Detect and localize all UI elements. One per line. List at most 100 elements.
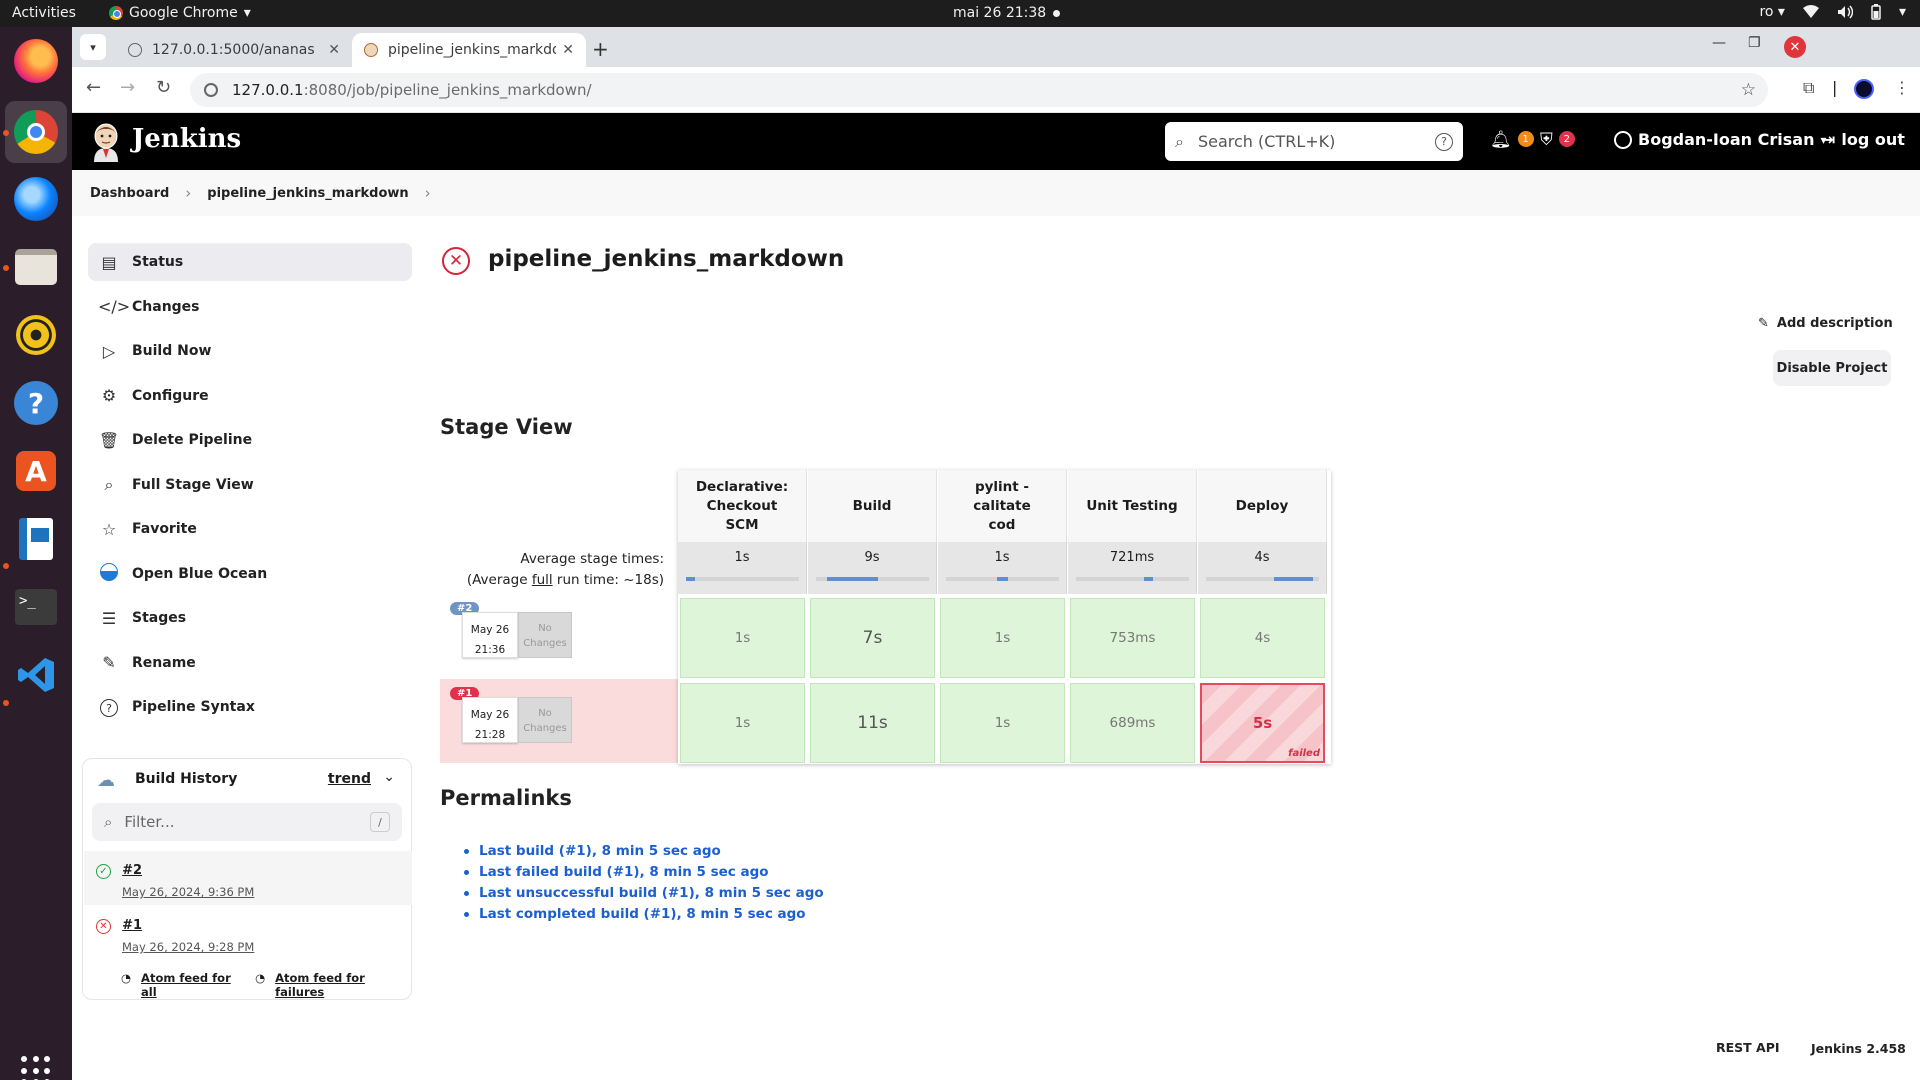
dock: ? A >_ <box>0 27 72 1080</box>
build-number-link[interactable]: #1 <box>122 918 142 933</box>
full-run-time-link[interactable]: full <box>532 572 553 588</box>
build-number-link[interactable]: #2 <box>122 863 142 878</box>
tab-search-button[interactable]: ▾ <box>80 34 106 60</box>
reload-button[interactable]: ↻ <box>156 77 171 98</box>
writer-icon[interactable] <box>11 514 61 564</box>
forward-button[interactable]: → <box>120 77 135 98</box>
jenkins-logo-icon[interactable] <box>90 122 122 162</box>
profile-avatar[interactable] <box>1854 79 1874 99</box>
browser-tab-active[interactable]: pipeline_jenkins_markdown ✕ <box>352 33 586 67</box>
security-button[interactable]: ⛨ 2 <box>1540 130 1575 150</box>
volume-icon <box>1837 5 1853 19</box>
rest-api-link[interactable]: REST API <box>1716 1040 1780 1055</box>
sidebar-item-delete-pipeline[interactable]: 🗑︎ Delete Pipeline <box>88 421 412 459</box>
bookmark-star-icon[interactable]: ☆ <box>1741 80 1756 100</box>
build-date-link[interactable]: May 26, 2024, 9:28 PM <box>122 940 412 954</box>
sidebar-item-open-blue-ocean[interactable]: Open Blue Ocean <box>88 555 412 593</box>
terminal-icon[interactable]: >_ <box>11 582 61 632</box>
chevron-down-icon[interactable]: ⌄ <box>383 769 395 785</box>
vscode-icon[interactable] <box>11 650 61 700</box>
address-bar[interactable]: 127.0.0.1:8080/job/pipeline_jenkins_mark… <box>190 73 1768 107</box>
app-center-icon[interactable]: A <box>11 446 61 496</box>
breadcrumb-dashboard[interactable]: Dashboard <box>90 186 169 201</box>
files-icon[interactable] <box>11 242 61 292</box>
restore-button[interactable]: ❐ <box>1748 35 1761 51</box>
add-description-button[interactable]: ✎ Add description <box>1758 316 1893 331</box>
permalink-last-build[interactable]: Last build (#1), 8 min 5 sec ago <box>464 841 824 862</box>
sidebar-item-label: Build Now <box>132 343 212 359</box>
chrome-icon[interactable] <box>5 101 67 163</box>
stage-cell[interactable]: 1s <box>940 683 1065 763</box>
sidebar-item-favorite[interactable]: ☆ Favorite <box>88 510 412 548</box>
sidebar-item-pipeline-syntax[interactable]: ? Pipeline Syntax <box>88 688 412 726</box>
breadcrumb-job[interactable]: pipeline_jenkins_markdown <box>207 186 408 201</box>
sidebar-item-stages[interactable]: ☰ Stages <box>88 599 412 637</box>
disable-project-button[interactable]: Disable Project <box>1773 350 1891 386</box>
atom-feed-all-link[interactable]: Atom feed for all <box>141 971 245 999</box>
close-icon[interactable]: ✕ <box>328 42 340 58</box>
rhythmbox-icon[interactable] <box>11 310 61 360</box>
new-tab-button[interactable]: + <box>592 37 609 61</box>
trend-link[interactable]: trend <box>328 771 371 787</box>
stage-cell-failed[interactable]: 5s failed <box>1200 683 1325 763</box>
activities-button[interactable]: Activities <box>12 5 76 21</box>
stage-cell[interactable]: 1s <box>940 598 1065 678</box>
stage-cell[interactable]: 1s <box>680 683 805 763</box>
window-close-button[interactable]: ✕ <box>1784 36 1806 58</box>
sidebar-item-rename[interactable]: ✎ Rename <box>88 644 412 682</box>
build-date-link[interactable]: May 26, 2024, 9:36 PM <box>122 885 412 899</box>
logout-button[interactable]: ⇥ log out <box>1822 130 1905 149</box>
close-icon[interactable]: ✕ <box>562 42 574 58</box>
search-help-icon[interactable]: ? <box>1435 132 1453 151</box>
thunderbird-icon[interactable] <box>11 174 61 224</box>
system-tray[interactable]: ro ▾ ▾ <box>1759 4 1906 20</box>
browser-tab[interactable]: 127.0.0.1:5000/ananas ✕ <box>116 33 352 67</box>
stage-cell[interactable]: 7s <box>810 598 935 678</box>
status-icon: ▤ <box>101 252 117 272</box>
show-apps-icon[interactable] <box>21 1056 51 1080</box>
run-row-label[interactable]: #2 May 26 21:36 No Changes <box>440 594 678 678</box>
stage-cell[interactable]: 11s <box>810 683 935 763</box>
star-icon: ☆ <box>101 519 117 539</box>
jenkins-brand[interactable]: Jenkins <box>132 124 241 154</box>
extensions-icon[interactable]: ⧉ <box>1803 78 1814 98</box>
stage-cell[interactable]: 689ms <box>1070 683 1195 763</box>
build-filter-input[interactable]: ⌕ Filter... / <box>92 803 402 841</box>
sidebar-item-build-now[interactable]: ▷ Build Now <box>88 332 412 370</box>
permalink-last-unsuccessful-build[interactable]: Last unsuccessful build (#1), 8 min 5 se… <box>464 883 824 904</box>
url-path: :8080/job/pipeline_jenkins_markdown/ <box>303 81 592 99</box>
permalink-last-completed-build[interactable]: Last completed build (#1), 8 min 5 sec a… <box>464 904 824 925</box>
sidebar-item-full-stage-view[interactable]: ⌕ Full Stage View <box>88 466 412 504</box>
sidebar-item-label: Status <box>132 254 184 270</box>
notifications-button[interactable]: 🔔︎ 1 <box>1490 130 1534 150</box>
back-button[interactable]: ← <box>86 77 101 98</box>
breadcrumb-separator-icon[interactable]: › <box>425 184 431 202</box>
atom-feed-failures-link[interactable]: Atom feed for failures <box>275 971 411 999</box>
app-menu[interactable]: Google Chrome ▾ <box>109 5 251 21</box>
stage-cell[interactable]: 1s <box>680 598 805 678</box>
stage-cell[interactable]: 4s <box>1200 598 1325 678</box>
sidebar-item-status[interactable]: ▤ Status <box>88 243 412 281</box>
sidebar-item-configure[interactable]: ⚙ Configure <box>88 377 412 415</box>
power-menu-icon[interactable]: ▾ <box>1899 4 1906 20</box>
build-entry[interactable]: ✕ #1 May 26, 2024, 9:28 PM <box>84 906 412 960</box>
stage-cell[interactable]: 753ms <box>1070 598 1195 678</box>
search-input[interactable]: Search (CTRL+K) <box>1198 132 1335 151</box>
stage-view-table: Declarative: Checkout SCM 1s Build 9s pylint… <box>678 470 1331 764</box>
help-icon[interactable]: ? <box>11 378 61 428</box>
build-entry[interactable]: ✓ #2 May 26, 2024, 9:36 PM <box>84 851 412 905</box>
jenkins-version[interactable]: Jenkins 2.458 <box>1811 1041 1906 1056</box>
search-box[interactable]: ⌕ Search (CTRL+K) ? <box>1165 122 1463 161</box>
clock[interactable]: mai 26 21:38 <box>953 5 1046 21</box>
run-row-label[interactable]: #1 May 26 21:28 No Changes <box>440 679 678 763</box>
user-menu[interactable]: Bogdan-Ioan Crisan ▾ <box>1614 130 1826 149</box>
site-info-icon[interactable] <box>204 83 218 97</box>
minimize-button[interactable]: — <box>1712 35 1726 51</box>
stage-average-time: 4s <box>1198 542 1327 594</box>
sidebar-item-changes[interactable]: </> Changes <box>88 288 412 326</box>
more-menu-icon[interactable]: ⋮ <box>1894 78 1910 97</box>
keyboard-layout[interactable]: ro ▾ <box>1759 4 1785 20</box>
stage-header: Build <box>808 470 937 542</box>
permalink-last-failed-build[interactable]: Last failed build (#1), 8 min 5 sec ago <box>464 862 824 883</box>
firefox-icon[interactable] <box>11 36 61 86</box>
